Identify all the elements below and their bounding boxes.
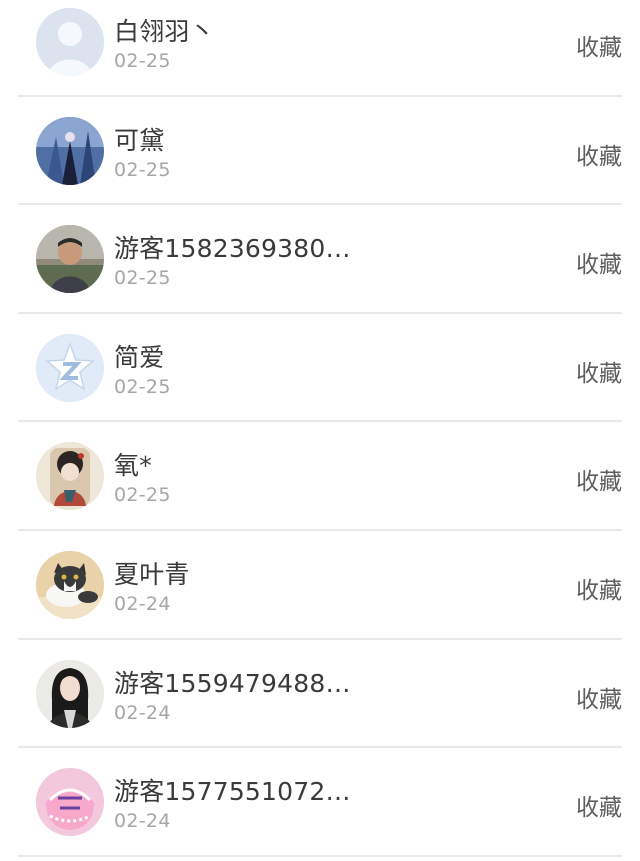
user-name: 游客1582369380… xyxy=(114,234,351,264)
list-item[interactable]: 夏叶青 02-24 收藏 xyxy=(18,531,622,640)
date-label: 02-24 xyxy=(114,701,171,724)
date-label: 02-25 xyxy=(114,50,171,72)
user-list: 白翎羽丶 02-25 收藏 可黛 02-25 收藏 游客1582369380… … xyxy=(0,0,640,857)
list-item[interactable]: 游客1582369380… 02-25 收藏 xyxy=(18,205,622,314)
date-label: 02-24 xyxy=(114,592,171,615)
favorite-button[interactable]: 收藏 xyxy=(576,28,622,62)
list-item[interactable]: 可黛 02-25 收藏 xyxy=(18,97,622,206)
date-label: 02-25 xyxy=(114,484,171,507)
user-name: 简爱 xyxy=(114,342,165,372)
painted-lady-avatar[interactable] xyxy=(36,442,104,511)
list-item[interactable]: 氧* 02-25 收藏 xyxy=(18,422,622,531)
favorite-button[interactable]: 收藏 xyxy=(576,788,622,822)
favorite-button[interactable]: 收藏 xyxy=(576,571,622,605)
favorite-button[interactable]: 收藏 xyxy=(576,462,622,496)
list-item[interactable]: 游客1559479488… 02-24 收藏 xyxy=(18,640,622,749)
date-label: 02-25 xyxy=(114,158,171,181)
date-label: 02-24 xyxy=(114,810,171,833)
pink-cake-avatar[interactable] xyxy=(36,768,104,837)
qzone-star-avatar[interactable] xyxy=(36,333,104,402)
man-photo-avatar[interactable] xyxy=(36,225,104,294)
user-name: 夏叶青 xyxy=(114,559,190,589)
list-item[interactable]: 白翎羽丶 02-25 收藏 xyxy=(18,0,622,97)
user-name: 游客1559479488… xyxy=(114,668,351,698)
cat-photo-avatar[interactable] xyxy=(36,550,104,619)
date-label: 02-25 xyxy=(114,375,171,398)
list-item[interactable]: 简爱 02-25 收藏 xyxy=(18,314,622,423)
user-name: 氧* xyxy=(114,451,152,481)
user-name: 白翎羽丶 xyxy=(114,17,215,46)
user-name: 游客1577551072… xyxy=(114,777,351,807)
date-label: 02-25 xyxy=(114,267,171,290)
favorite-button[interactable]: 收藏 xyxy=(576,137,622,171)
default-person-avatar[interactable] xyxy=(36,8,104,76)
favorite-button[interactable]: 收藏 xyxy=(576,354,622,388)
list-item[interactable]: 游客1577551072… 02-24 收藏 xyxy=(18,748,622,857)
blue-art-figure-avatar[interactable] xyxy=(36,116,104,185)
user-name: 可黛 xyxy=(114,125,165,155)
woman-photo-avatar[interactable] xyxy=(36,659,104,728)
favorite-button[interactable]: 收藏 xyxy=(576,245,622,279)
favorite-button[interactable]: 收藏 xyxy=(576,680,622,714)
